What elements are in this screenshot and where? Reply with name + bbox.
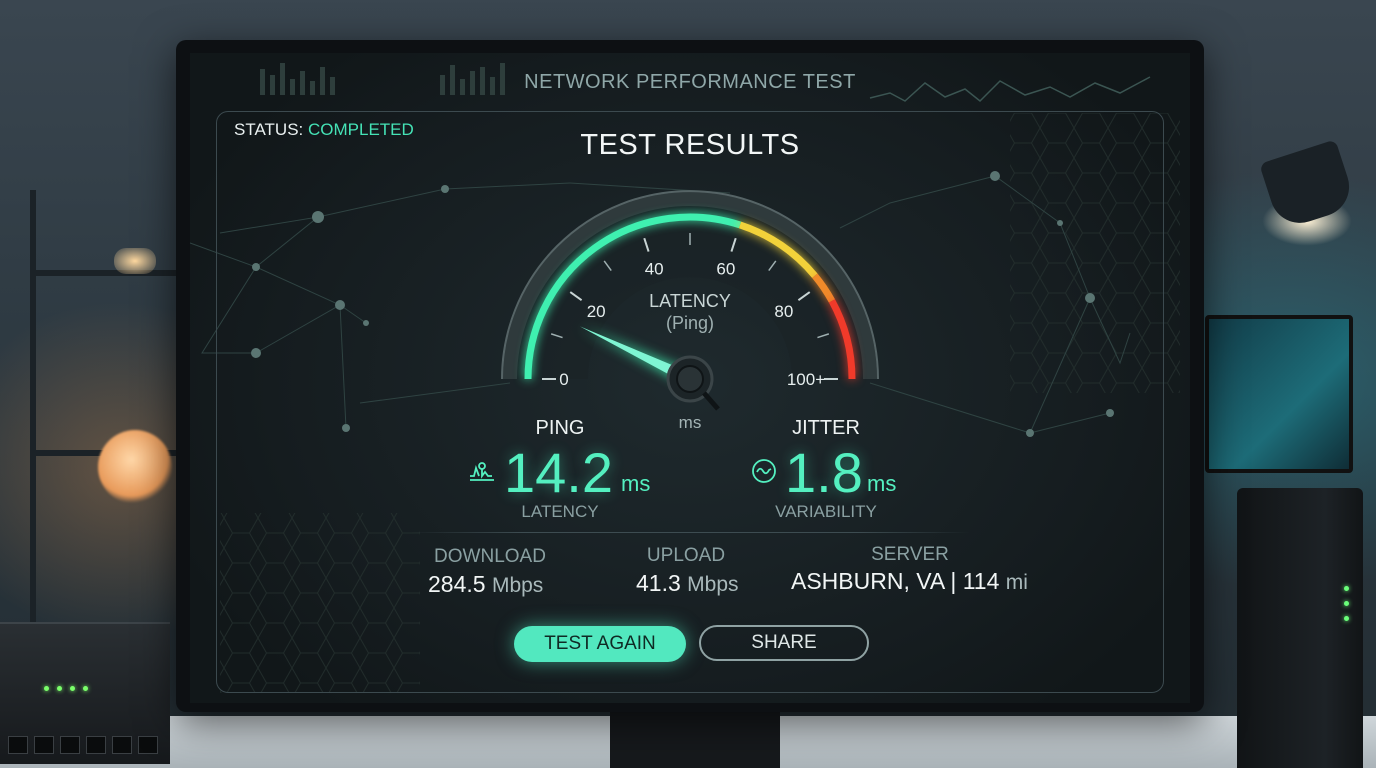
server-distance-unit: mi	[1005, 571, 1028, 594]
gauge-unit: ms	[679, 413, 702, 432]
gauge-hub-tail	[702, 391, 720, 411]
ping-unit: ms	[621, 471, 651, 496]
jitter-unit: ms	[867, 471, 897, 496]
stats-divider	[410, 532, 970, 533]
server-label: SERVER	[871, 544, 949, 565]
jitter-value: 1.8	[785, 441, 863, 504]
share-button[interactable]: SHARE	[699, 625, 869, 661]
background-monitor	[1205, 315, 1353, 473]
server-location: ASHBURN, VA | 114	[791, 568, 1000, 594]
download-unit: Mbps	[491, 574, 544, 597]
gauge-title: LATENCY	[649, 291, 731, 311]
gauge-tick-label: 60	[716, 260, 735, 279]
upload-number: 41.3	[636, 570, 681, 596]
download-value: 284.5 Mbps	[428, 571, 543, 598]
server-value: ASHBURN, VA | 114 mi	[791, 568, 1028, 595]
download-label: DOWNLOAD	[434, 546, 546, 567]
background-light	[114, 248, 156, 274]
latency-gauge: 0 20 40 60 80 100+ LATENCY (Ping) ms	[501, 190, 879, 432]
wave-circle-icon	[751, 458, 777, 489]
ping-sub-label: LATENCY	[521, 502, 599, 521]
background-lamp-orb	[98, 430, 172, 504]
test-again-button[interactable]: TEST AGAIN	[514, 626, 686, 662]
ping-waveform-icon	[468, 458, 496, 491]
background-shelf	[30, 190, 192, 630]
router-leds	[1344, 586, 1349, 621]
download-number: 284.5	[428, 571, 486, 597]
upload-unit: Mbps	[687, 573, 739, 596]
router-device	[1237, 488, 1363, 768]
gauge-tick-label: 0	[559, 370, 568, 389]
monitor-stand	[610, 705, 780, 768]
switch-leds	[44, 686, 88, 691]
gauge-tick-label: 20	[587, 302, 606, 321]
gauge-tick-label: 80	[774, 302, 793, 321]
jitter-sub-label: VARIABILITY	[775, 502, 877, 521]
upload-label: UPLOAD	[646, 545, 726, 566]
gauge-hub	[676, 365, 704, 393]
switch-ports	[8, 736, 158, 754]
upload-value: 41.3 Mbps	[636, 570, 739, 597]
gauge-tick-label: 40	[645, 260, 664, 279]
gauge-tick-label: 100+	[787, 370, 825, 389]
gauge-subtitle: (Ping)	[666, 313, 714, 333]
jitter-label: JITTER	[792, 417, 860, 439]
ping-label: PING	[535, 417, 585, 439]
monitor-screen: NETWORK PERFORMANCE TEST STATUS: COMPLET…	[190, 53, 1190, 703]
ping-value: 14.2	[504, 441, 613, 504]
